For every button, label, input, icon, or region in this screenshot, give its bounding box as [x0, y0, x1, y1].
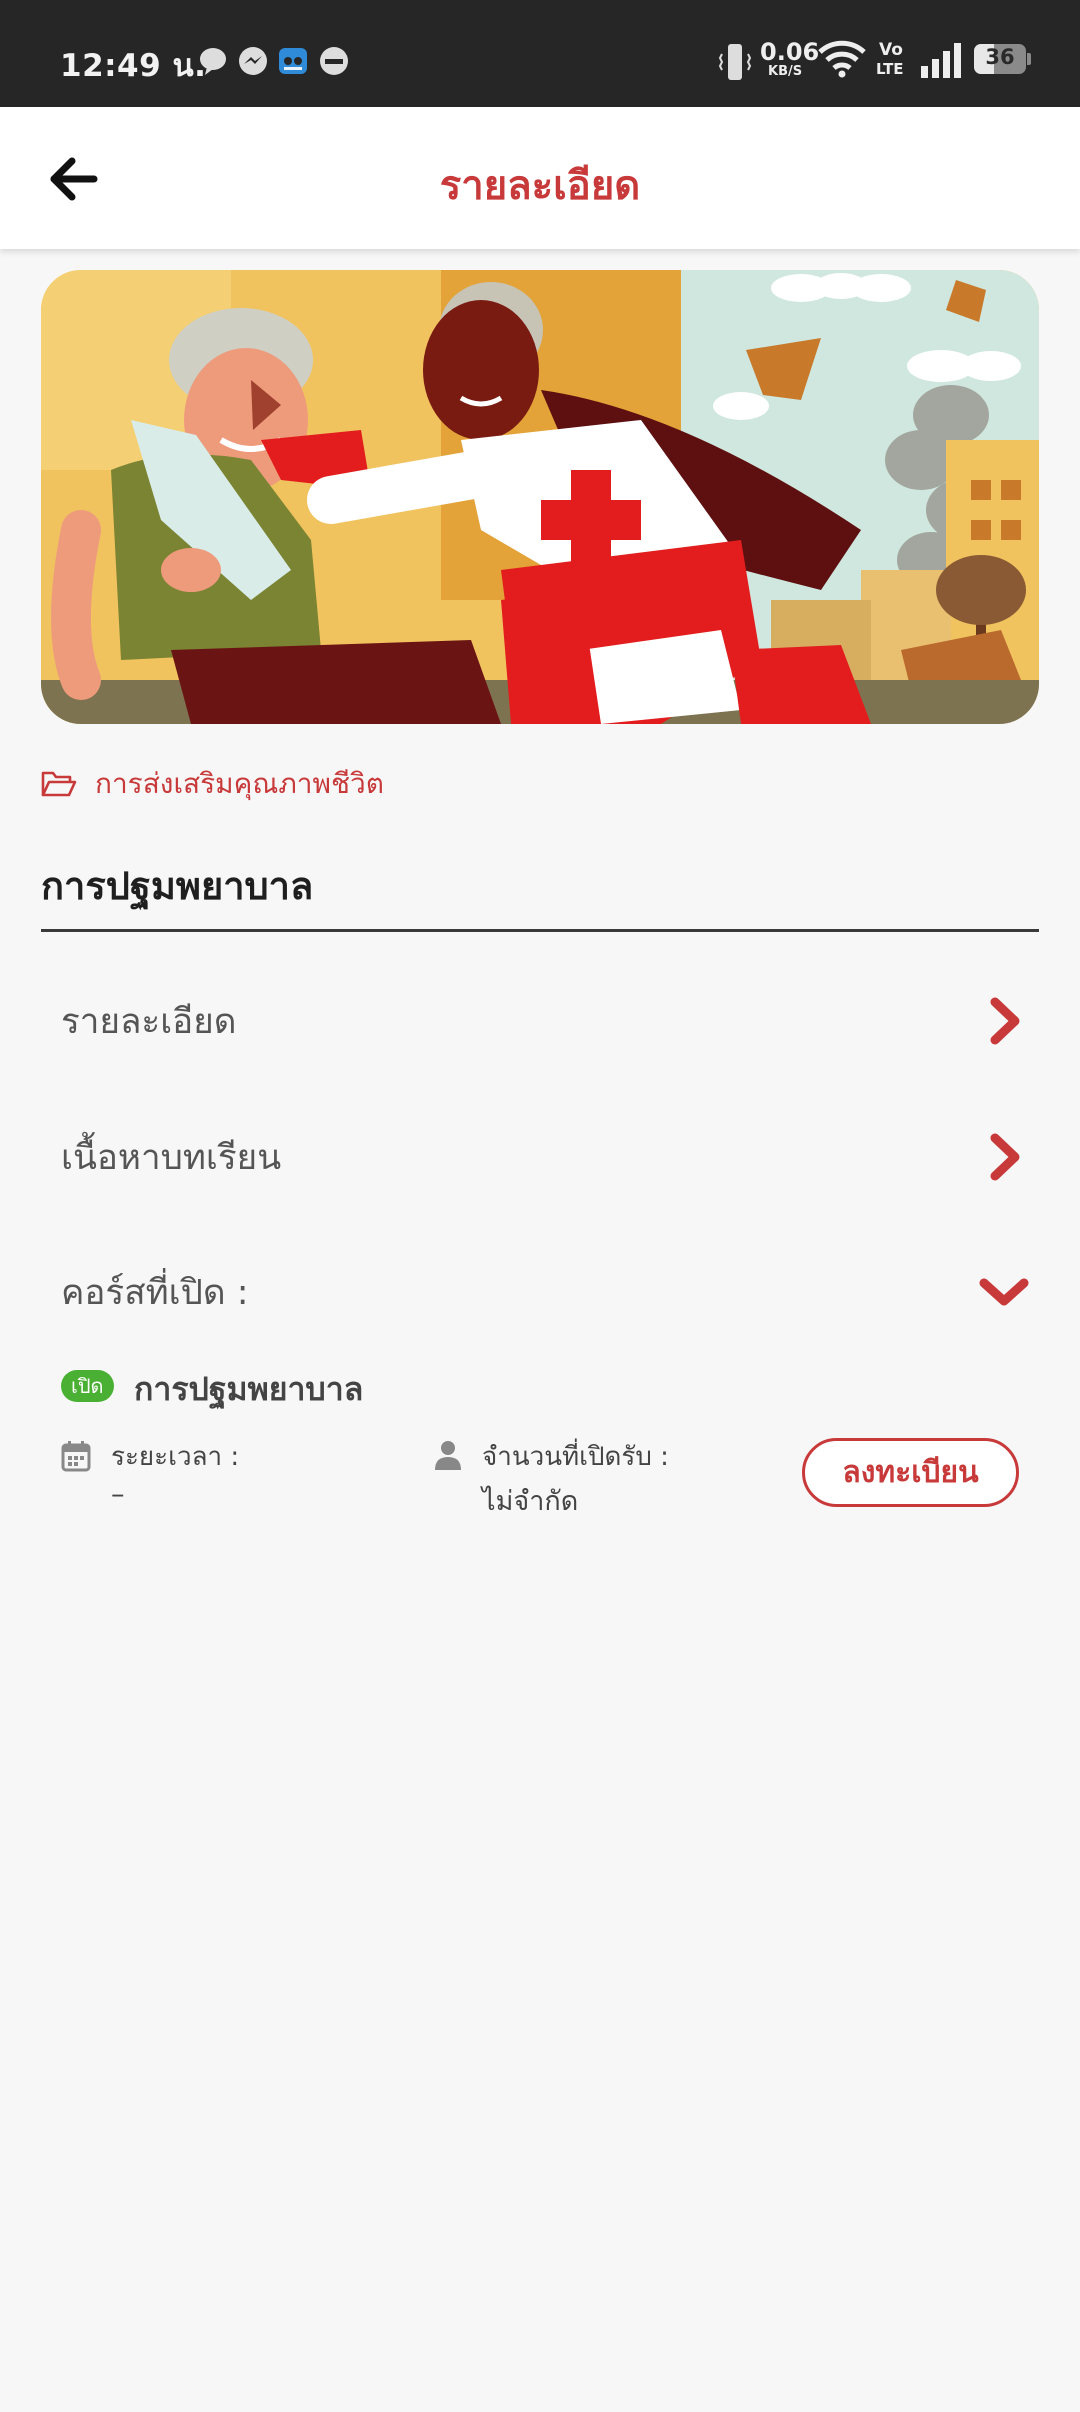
battery-level: 36: [985, 45, 1015, 69]
game-icon: [279, 48, 307, 74]
capacity-value: ไม่จำกัด: [482, 1486, 579, 1517]
person-icon: [435, 1441, 461, 1470]
course-hero-image: [41, 270, 1039, 724]
section-open-courses[interactable]: คอร์สที่เปิด :: [41, 1237, 1039, 1347]
chevron-right-icon: [990, 1133, 1020, 1181]
status-time: 12:49 น.: [60, 48, 207, 84]
course-category: การส่งเสริมคุณภาพชีวิต: [41, 762, 384, 806]
chevron-right-icon: [990, 997, 1020, 1045]
register-button[interactable]: ลงทะเบียน: [802, 1438, 1019, 1507]
category-label: การส่งเสริมคุณภาพชีวิต: [95, 767, 384, 800]
status-bar: 12:49 น. 0.06 KB/S Vo LTE 36: [0, 0, 1080, 107]
session-name: การปฐมพยาบาล: [134, 1370, 364, 1408]
signal-icon: [921, 43, 961, 78]
minus-circle-icon: [320, 47, 348, 75]
section-lessons[interactable]: เนื้อหาบทเรียน: [41, 1102, 1039, 1212]
duration-value: –: [111, 1479, 125, 1510]
folder-open-icon: [41, 771, 77, 797]
volte-bottom: LTE: [876, 60, 904, 78]
duration-label: ระยะเวลา :: [111, 1442, 240, 1472]
title-divider: [41, 929, 1039, 932]
net-unit: KB/S: [768, 64, 803, 79]
section-details-label: รายละเอียด: [61, 1001, 237, 1042]
section-lessons-label: เนื้อหาบทเรียน: [61, 1137, 282, 1178]
status-badge: เปิด: [61, 1370, 114, 1402]
calendar-icon: [61, 1441, 91, 1472]
chevron-down-icon: [979, 1278, 1029, 1306]
course-title: การปฐมพยาบาล: [41, 864, 314, 908]
chat-bubble-icon: [200, 48, 226, 75]
net-speed: 0.06: [760, 38, 820, 66]
app-bar: รายละเอียด: [0, 107, 1080, 249]
messenger-icon: [239, 47, 267, 75]
capacity-label: จำนวนที่เปิดรับ :: [482, 1442, 669, 1472]
section-details[interactable]: รายละเอียด: [41, 966, 1039, 1076]
volte-top: Vo: [879, 40, 903, 60]
first-aid-illustration: [41, 270, 1039, 724]
battery-tip: [1027, 53, 1031, 65]
vibrate-icon: [718, 44, 752, 80]
battery-icon: 36: [974, 44, 1026, 74]
wifi-icon: [818, 40, 866, 78]
page-title: รายละเอียด: [439, 163, 641, 209]
section-open-courses-label: คอร์สที่เปิด :: [61, 1272, 249, 1313]
